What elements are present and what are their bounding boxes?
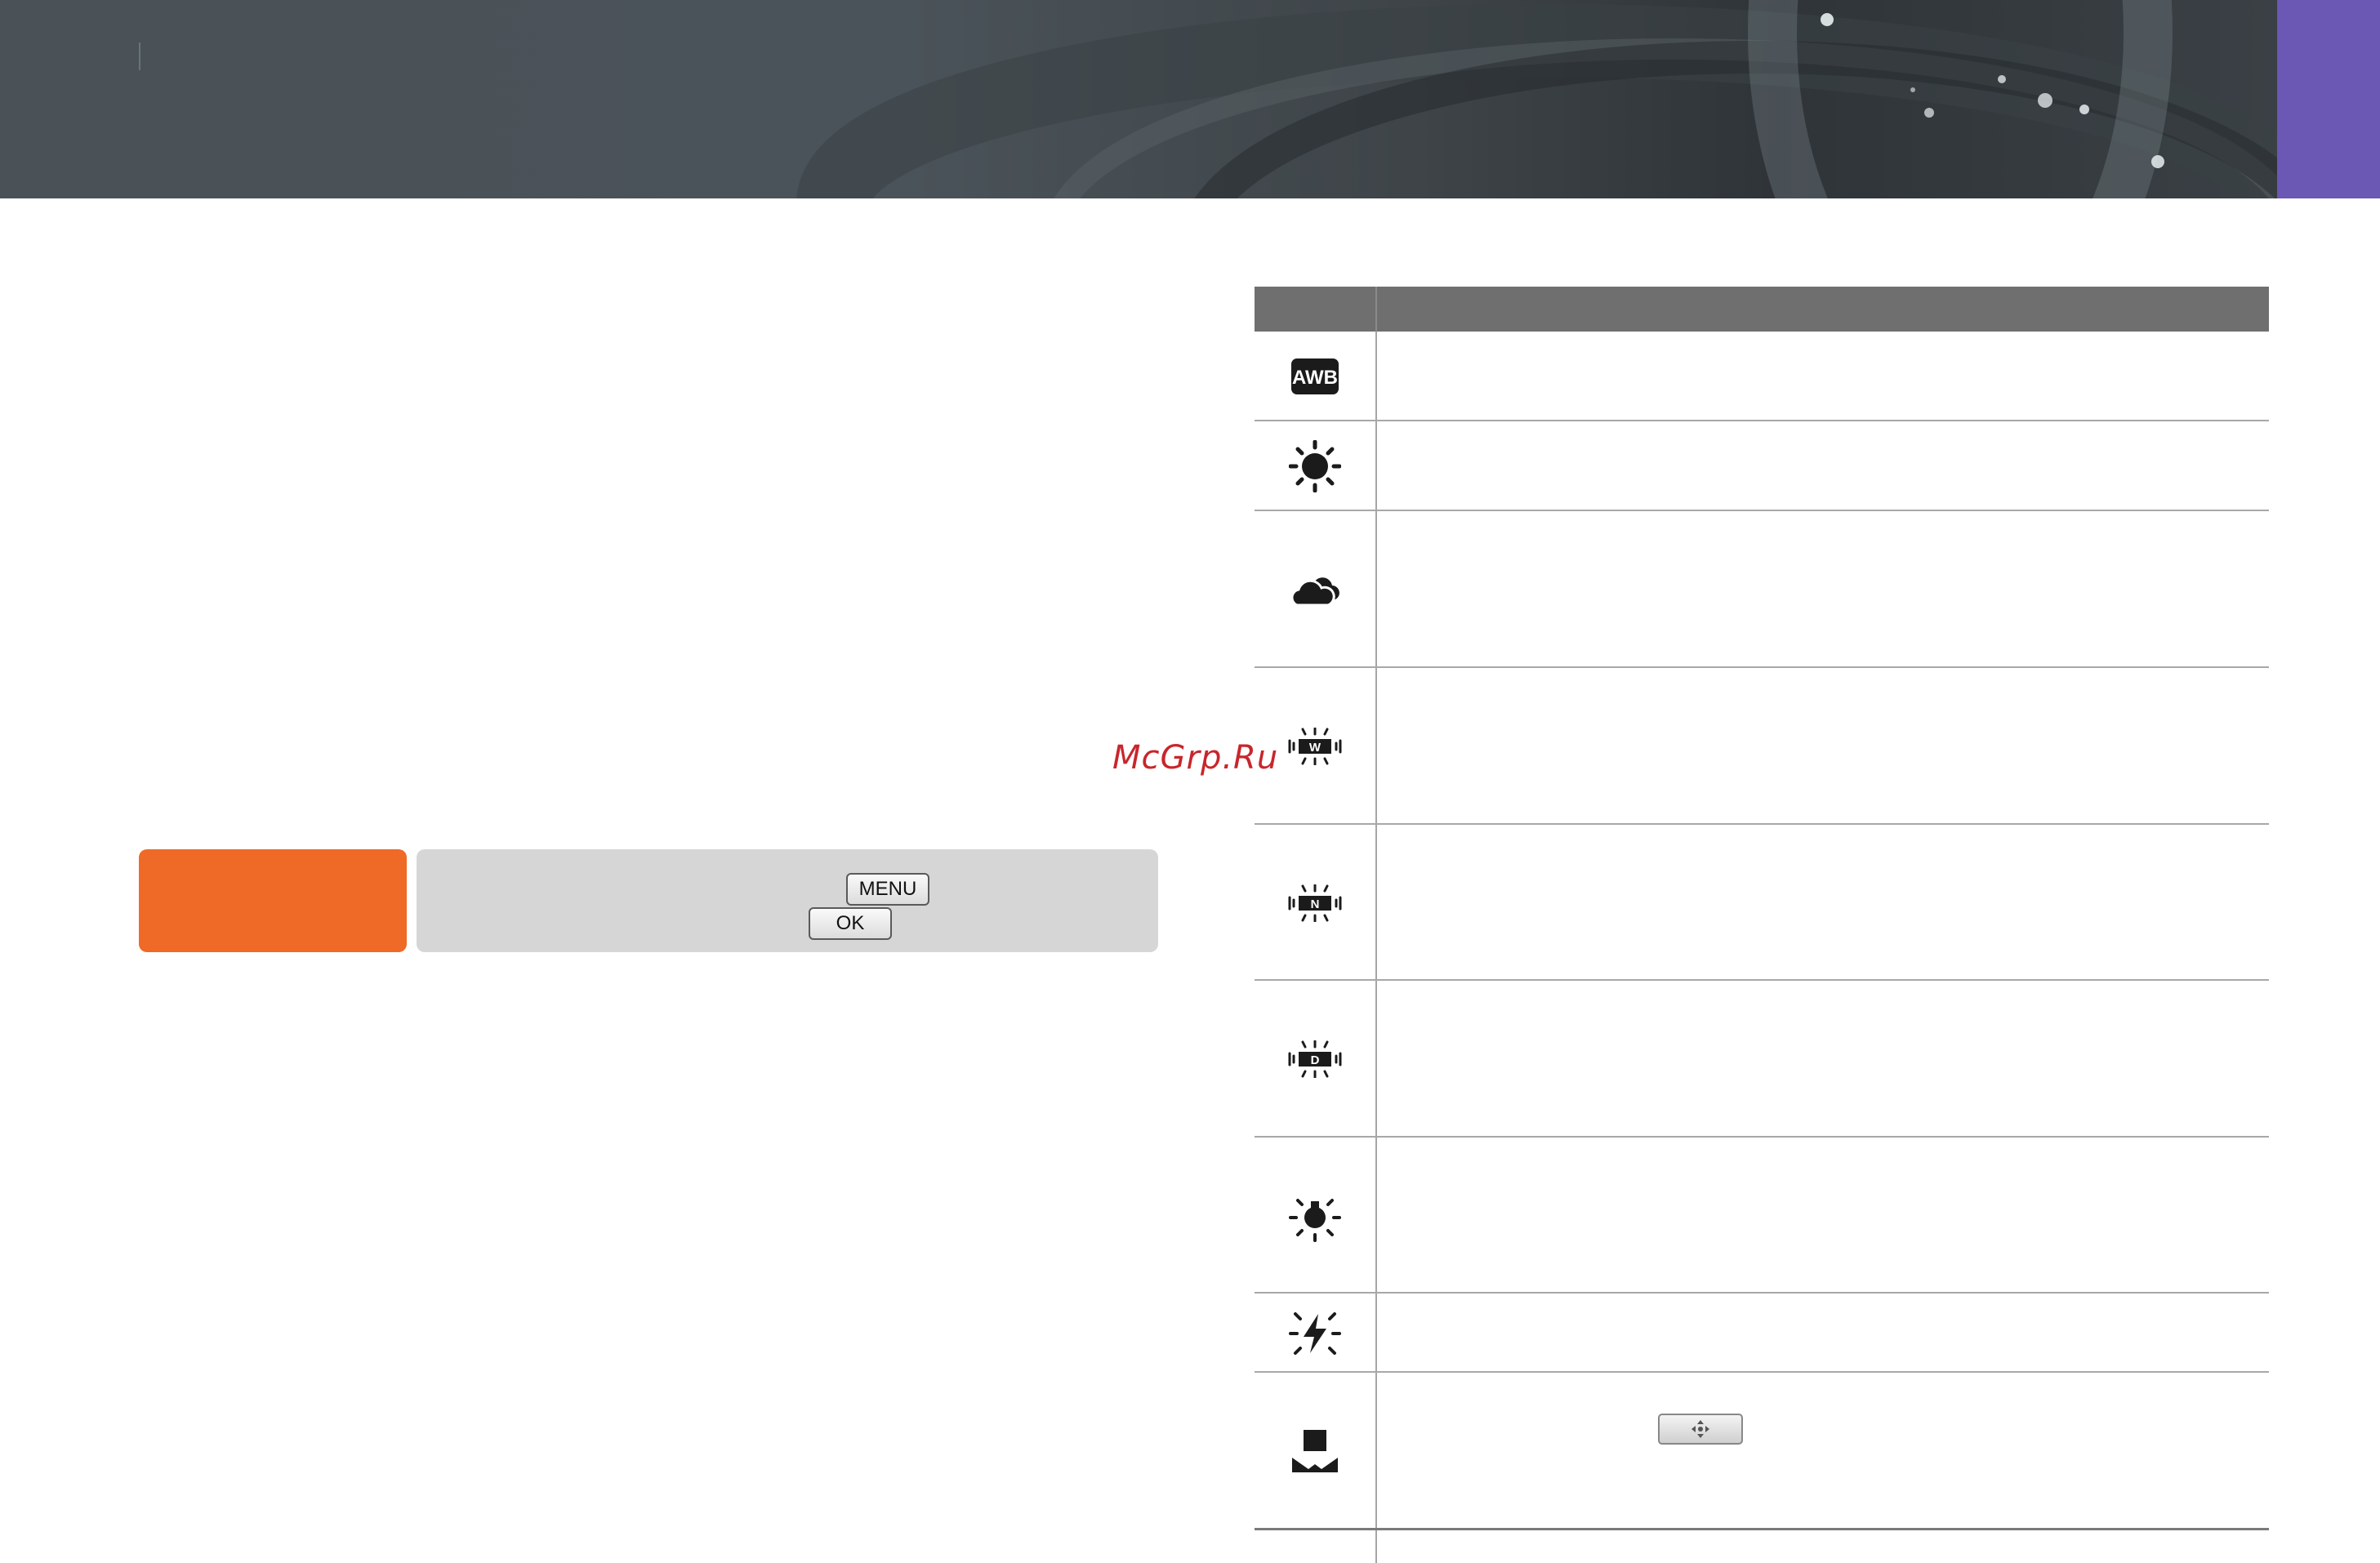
table-row-flash — [1255, 1294, 2269, 1373]
fluorescent-d-icon: D — [1287, 1031, 1343, 1087]
note-body-box — [417, 849, 1158, 952]
svg-text:AWB: AWB — [1292, 367, 1338, 389]
table-row-fluorescent-w: W — [1255, 668, 2269, 825]
menu-key-icon: MENU — [846, 873, 929, 906]
table-row-tungsten — [1255, 1138, 2269, 1294]
note-label-box — [139, 849, 407, 952]
fluorescent-n-icon: N — [1287, 875, 1343, 931]
table-row-cloudy — [1255, 511, 2269, 668]
header-divider — [1375, 287, 1377, 332]
banner-swirl-graphic — [797, 0, 2277, 198]
banner-marker — [139, 42, 140, 70]
ok-key-icon: OK — [809, 907, 892, 940]
daylight-sun-icon — [1287, 439, 1343, 494]
awb-icon: AWB — [1287, 349, 1343, 404]
cloudy-icon — [1287, 562, 1343, 617]
navigation-button-icon — [1658, 1414, 1743, 1445]
table-row-daylight — [1255, 421, 2269, 511]
watermark-text: McGrp.Ru — [1112, 739, 1279, 777]
svg-text:N: N — [1311, 897, 1320, 911]
table-header — [1255, 287, 2269, 332]
custom-set-icon — [1287, 1423, 1343, 1479]
table-row-custom — [1255, 1373, 2269, 1530]
flash-wb-icon — [1287, 1306, 1343, 1361]
table-row-awb: AWB — [1255, 332, 2269, 421]
tungsten-bulb-icon — [1287, 1188, 1343, 1244]
header-banner — [0, 0, 2277, 198]
table-row-fluorescent-n: N — [1255, 825, 2269, 981]
fluorescent-w-icon: W — [1287, 719, 1343, 774]
svg-text:D: D — [1311, 1053, 1320, 1067]
table-row-fluorescent-d: D — [1255, 981, 2269, 1138]
chapter-tab[interactable] — [2277, 0, 2380, 198]
svg-text:W: W — [1309, 741, 1321, 755]
